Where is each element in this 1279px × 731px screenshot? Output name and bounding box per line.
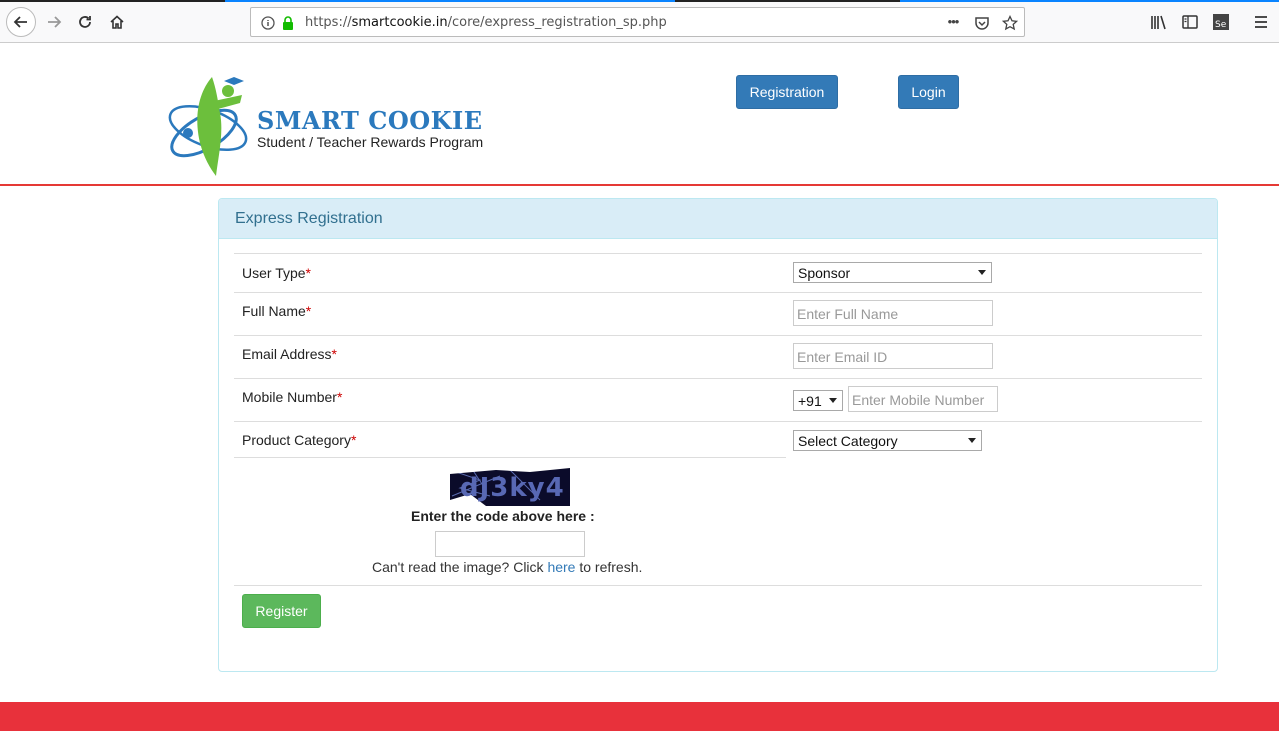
browser-toolbar: https://smartcookie.in/core/express_regi… <box>0 0 1279 43</box>
arrow-right-icon <box>48 16 62 28</box>
mobile-input[interactable]: Enter Mobile Number <box>848 386 998 412</box>
registration-button[interactable]: Registration <box>736 75 838 109</box>
register-button[interactable]: Register <box>242 594 321 628</box>
back-button[interactable] <box>6 7 36 37</box>
svg-text:Se: Se <box>1215 20 1227 30</box>
bookmark-star-icon[interactable] <box>1001 14 1019 32</box>
arrow-left-icon <box>13 16 27 28</box>
chevron-down-icon <box>829 398 837 403</box>
login-button[interactable]: Login <box>898 75 959 109</box>
url-text[interactable]: https://smartcookie.in/core/express_regi… <box>305 15 667 30</box>
email-input[interactable]: Enter Email ID <box>793 343 993 369</box>
divider <box>234 457 786 458</box>
captcha-input[interactable] <box>435 531 585 557</box>
full-name-label: Full Name* <box>242 303 312 319</box>
product-category-row: Product Category* Select Category <box>234 421 1202 458</box>
url-scheme: https:// <box>305 15 352 30</box>
brand-title: SMART COOKIE <box>257 106 483 135</box>
mobile-label: Mobile Number* <box>242 389 343 405</box>
panel-title: Express Registration <box>219 199 1217 239</box>
home-icon <box>110 15 124 29</box>
reload-icon <box>79 16 91 28</box>
pocket-icon[interactable] <box>973 14 991 32</box>
captcha-prompt: Enter the code above here : <box>411 508 595 524</box>
url-bar[interactable]: https://smartcookie.in/core/express_regi… <box>250 7 1025 37</box>
forward-button[interactable] <box>40 8 68 36</box>
full-name-input[interactable]: Enter Full Name <box>793 300 993 326</box>
product-category-label: Product Category* <box>242 432 357 448</box>
brand-subtitle: Student / Teacher Rewards Program <box>257 134 484 150</box>
captcha-image: dJ3ky4 <box>450 466 570 506</box>
user-type-value: Sponsor <box>798 265 851 281</box>
full-name-row: Full Name* Enter Full Name <box>234 292 1202 335</box>
page-actions-icon[interactable]: ••• <box>944 12 962 30</box>
captcha-refresh-link[interactable]: here <box>547 559 575 575</box>
url-host: smartcookie.in <box>351 15 448 30</box>
product-category-select[interactable]: Select Category <box>793 430 982 451</box>
reload-button[interactable] <box>71 8 99 36</box>
chevron-down-icon <box>978 270 986 275</box>
country-code-select[interactable]: +91 <box>793 390 843 411</box>
library-icon[interactable] <box>1148 11 1170 33</box>
hamburger-menu-icon[interactable] <box>1250 11 1272 33</box>
tab-strip-line <box>0 0 1279 2</box>
email-row: Email Address* Enter Email ID <box>234 335 1202 378</box>
user-type-row: User Type* Sponsor <box>234 253 1202 292</box>
home-button[interactable] <box>103 8 131 36</box>
sidebar-icon[interactable] <box>1179 11 1201 33</box>
captcha-code: dJ3ky4 <box>460 473 565 503</box>
chevron-down-icon <box>968 438 976 443</box>
lock-icon[interactable] <box>279 14 297 32</box>
url-path: /core/express_registration_sp.php <box>447 15 667 30</box>
mobile-row: Mobile Number* +91 Enter Mobile Number <box>234 378 1202 421</box>
user-type-label: User Type* <box>242 265 311 281</box>
email-label: Email Address* <box>242 346 337 362</box>
selenium-icon[interactable]: Se <box>1210 11 1232 33</box>
site-header: SMART COOKIE Student / Teacher Rewards P… <box>0 43 1279 186</box>
smart-cookie-logo-icon <box>168 73 258 178</box>
info-icon[interactable] <box>259 14 277 32</box>
divider <box>234 585 1202 586</box>
country-code-value: +91 <box>798 393 822 409</box>
footer-bar <box>0 702 1279 731</box>
express-registration-panel: Express Registration User Type* Sponsor … <box>218 198 1218 672</box>
captcha-help: Can't read the image? Click here to refr… <box>372 559 643 575</box>
user-type-select[interactable]: Sponsor <box>793 262 992 283</box>
product-category-value: Select Category <box>798 433 898 449</box>
